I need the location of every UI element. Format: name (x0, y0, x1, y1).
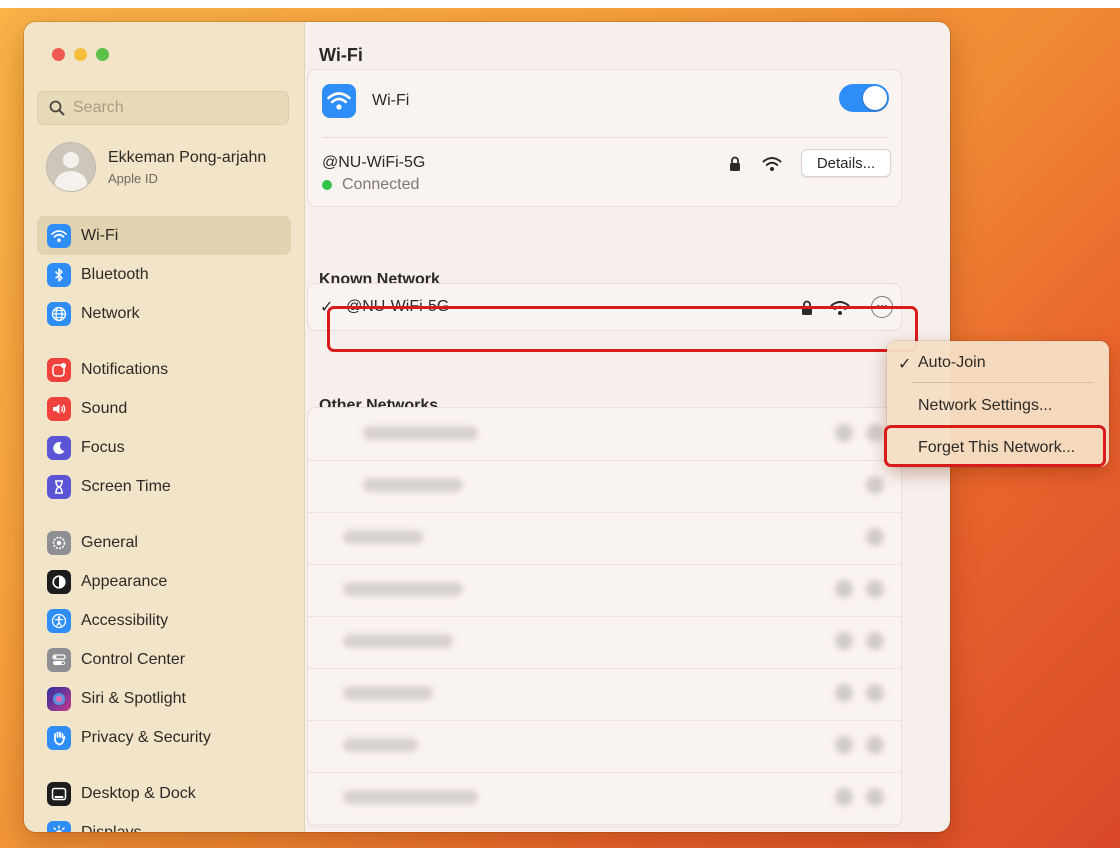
search-placeholder: Search (73, 99, 124, 116)
list-item[interactable] (308, 720, 901, 773)
globe-icon (47, 301, 71, 326)
sidebar-item-label: Notifications (81, 360, 169, 378)
details-button[interactable]: Details... (801, 149, 891, 177)
list-item[interactable] (308, 616, 901, 669)
sidebar-item-label: Siri & Spotlight (81, 689, 186, 707)
profile-subtitle: Apple ID (108, 170, 158, 186)
sidebar-item-screen-time[interactable]: Screen Time (37, 467, 291, 506)
page-title: Wi-Fi (319, 45, 363, 65)
wifi-icon (47, 223, 71, 248)
current-network-name: @NU-WiFi-5G (322, 154, 426, 171)
lock-icon (730, 156, 740, 171)
wifi-signal-icon (762, 157, 782, 171)
sidebar-item-label: Network (81, 304, 140, 322)
bell-icon (47, 357, 71, 382)
sidebar-item-label: Wi-Fi (81, 226, 119, 244)
hourglass-icon (47, 474, 71, 499)
known-network-highlight (327, 306, 918, 352)
status-text: Connected (342, 176, 420, 193)
minimize-button[interactable] (74, 48, 87, 61)
hand-icon (47, 725, 71, 750)
sidebar-item-desktop-dock[interactable]: Desktop & Dock (37, 774, 291, 813)
sidebar-item-label: Sound (81, 399, 128, 417)
sidebar-item-network[interactable]: Network (37, 294, 291, 333)
wifi-toggle[interactable] (839, 84, 889, 112)
wifi-icon (322, 84, 356, 118)
menu-item-label: Auto-Join (918, 354, 986, 371)
sidebar-item-displays[interactable]: Displays (37, 813, 291, 832)
sidebar-item-general[interactable]: General (37, 523, 291, 562)
connection-status: Connected (322, 176, 419, 194)
wifi-card: Wi-Fi @NU-WiFi-5G Connected Details... (307, 69, 902, 207)
sidebar-item-siri-spotlight[interactable]: Siri & Spotlight (37, 679, 291, 718)
sidebar-item-wifi[interactable]: Wi-Fi (37, 216, 291, 255)
sidebar: Search Ekkeman Pong-arjahn Apple ID Wi-F… (24, 22, 305, 832)
profile-name: Ekkeman Pong-arjahn (108, 148, 267, 166)
sidebar-item-accessibility[interactable]: Accessibility (37, 601, 291, 640)
sidebar-item-control-center[interactable]: Control Center (37, 640, 291, 679)
search-field[interactable]: Search (37, 91, 289, 125)
list-item[interactable] (308, 668, 901, 721)
menu-item-label: Network Settings... (918, 397, 1053, 414)
siri-icon (47, 686, 71, 711)
divider (322, 137, 887, 138)
speaker-icon (47, 396, 71, 421)
sidebar-item-label: Focus (81, 438, 125, 456)
forget-network-highlight (884, 425, 1106, 467)
sidebar-item-label: Screen Time (81, 477, 171, 495)
sun-icon (47, 820, 71, 832)
sidebar-item-label: Displays (81, 823, 142, 833)
sidebar-item-label: Privacy & Security (81, 728, 211, 746)
sidebar-item-label: Bluetooth (81, 265, 149, 283)
moon-icon (47, 435, 71, 460)
sidebar-item-notifications[interactable]: Notifications (37, 350, 291, 389)
sidebar-item-label: General (81, 533, 138, 551)
wifi-label: Wi-Fi (372, 92, 410, 109)
search-icon (49, 100, 65, 116)
list-item[interactable] (308, 512, 901, 565)
close-button[interactable] (52, 48, 65, 61)
sidebar-item-label: Desktop & Dock (81, 784, 196, 802)
checkmark-icon: ✓ (898, 356, 912, 373)
top-strip (0, 0, 1120, 8)
list-item[interactable] (308, 408, 901, 461)
dock-icon (47, 781, 71, 806)
sidebar-item-label: Appearance (81, 572, 168, 590)
sidebar-nav: Wi-Fi Bluetooth Network Notifications So… (37, 216, 291, 832)
connected-dot-icon (322, 180, 332, 190)
accessibility-icon (47, 608, 71, 633)
sidebar-item-label: Accessibility (81, 611, 169, 629)
avatar (46, 142, 96, 192)
sidebar-item-appearance[interactable]: Appearance (37, 562, 291, 601)
sidebar-item-privacy-security[interactable]: Privacy & Security (37, 718, 291, 757)
other-networks-list (307, 407, 902, 827)
list-item[interactable] (308, 460, 901, 513)
list-item[interactable] (308, 564, 901, 617)
sidebar-item-label: Control Center (81, 650, 186, 668)
sidebar-item-focus[interactable]: Focus (37, 428, 291, 467)
sidebar-item-bluetooth[interactable]: Bluetooth (37, 255, 291, 294)
zoom-button[interactable] (96, 48, 109, 61)
gear-icon (47, 530, 71, 555)
control-center-icon (47, 647, 71, 672)
sidebar-item-sound[interactable]: Sound (37, 389, 291, 428)
bluetooth-icon (47, 262, 71, 287)
appearance-icon (47, 569, 71, 594)
list-item[interactable] (308, 772, 901, 825)
window-controls (52, 48, 109, 61)
apple-id-profile[interactable]: Ekkeman Pong-arjahn Apple ID (46, 142, 266, 192)
menu-separator (911, 382, 1093, 383)
